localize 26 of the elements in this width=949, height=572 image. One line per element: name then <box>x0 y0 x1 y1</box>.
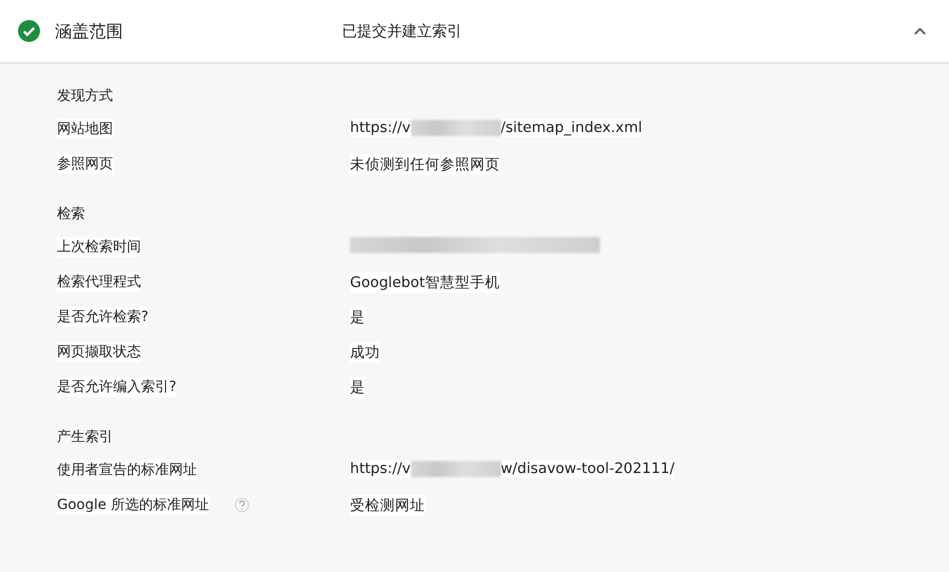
field-value: https://v <box>350 460 411 478</box>
field-value: 受检测网址 <box>350 495 425 516</box>
group-heading: 检索 <box>57 205 86 223</box>
field-label: Google 所选的标准网址 <box>57 495 209 515</box>
field-label: 上次检索时间 <box>57 237 141 257</box>
check-icon <box>18 20 40 42</box>
field-value: /sitemap_index.xml <box>500 119 642 137</box>
field-label: 使用者宣告的标准网址 <box>57 460 197 480</box>
field-value: 是 <box>350 377 365 398</box>
group-heading: 产生索引 <box>57 428 114 446</box>
field-label: 检索代理程式 <box>57 272 141 292</box>
field-label: 网页撷取状态 <box>57 342 141 362</box>
section-title: 涵盖范围 <box>55 20 124 42</box>
status-text: 已提交并建立索引 <box>342 22 463 40</box>
field-value: w/disavow-tool-202111/ <box>500 460 674 478</box>
field-label: 参照网页 <box>57 154 113 174</box>
field-label: 网站地图 <box>57 119 113 139</box>
field-value: 未侦测到任何参照网页 <box>350 154 500 175</box>
field-value: 成功 <box>350 342 380 363</box>
field-label: 是否允许编入索引? <box>57 377 176 397</box>
field-label: 是否允许检索? <box>57 307 148 327</box>
field-value: Googlebot智慧型手机 <box>350 272 500 293</box>
field-value: https://v <box>350 119 411 137</box>
field-value: 是 <box>350 307 365 328</box>
chevron-icon[interactable] <box>913 26 927 36</box>
group-heading: 发现方式 <box>57 87 114 105</box>
